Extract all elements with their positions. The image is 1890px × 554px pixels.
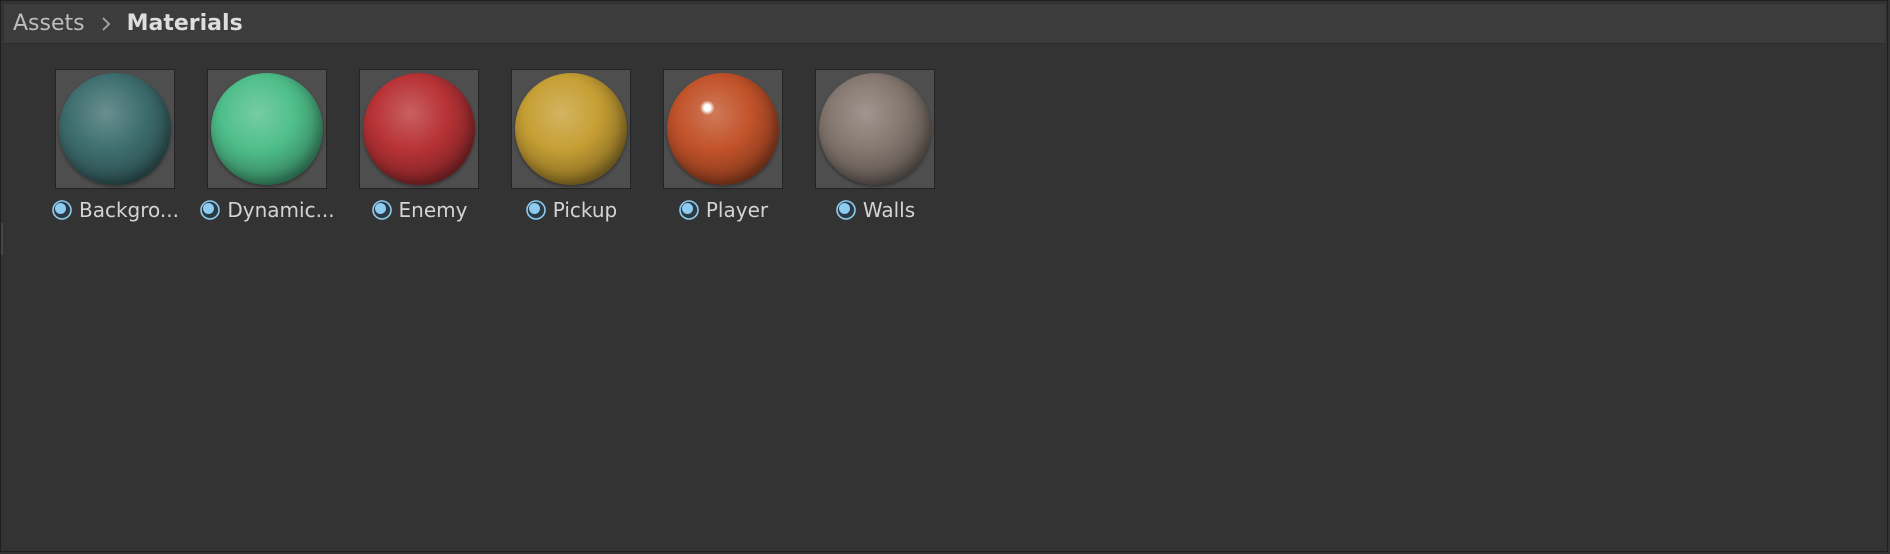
- asset-thumbnail[interactable]: [815, 69, 935, 189]
- asset-label: Dynamic...: [227, 198, 335, 222]
- material-preview: [59, 73, 171, 185]
- material-sphere-icon: [679, 200, 699, 220]
- material-sphere-icon: [525, 200, 546, 220]
- asset-thumbnail[interactable]: [511, 69, 631, 189]
- material-preview: [211, 73, 323, 185]
- asset-label: Walls: [862, 198, 916, 222]
- asset-item-enemy[interactable]: Enemy: [343, 69, 495, 223]
- asset-thumbnail[interactable]: [359, 69, 479, 189]
- asset-item-player[interactable]: Player: [647, 69, 799, 223]
- breadcrumb: Assets Materials: [4, 4, 1885, 44]
- asset-label: Pickup: [552, 198, 618, 222]
- chevron-right-icon: [101, 16, 110, 31]
- asset-item-walls[interactable]: Walls: [799, 69, 951, 223]
- panel-resize-handle[interactable]: [1, 223, 3, 255]
- material-preview: [515, 73, 627, 185]
- asset-item-pickup[interactable]: Pickup: [495, 69, 647, 223]
- material-preview: [819, 73, 931, 185]
- material-preview: [667, 73, 779, 185]
- material-sphere-icon: [52, 200, 72, 220]
- asset-item-dynamic[interactable]: Dynamic...: [191, 69, 343, 223]
- asset-label-row: Walls: [835, 197, 915, 223]
- breadcrumb-materials[interactable]: Materials: [127, 11, 243, 36]
- asset-label-row: Player: [678, 197, 768, 223]
- asset-label: Player: [705, 198, 769, 222]
- asset-thumbnail[interactable]: [663, 69, 783, 189]
- asset-label-row: Backgro...: [51, 197, 179, 223]
- material-sphere-icon: [200, 200, 221, 220]
- asset-label-row: Dynamic...: [199, 197, 335, 223]
- material-sphere-icon: [836, 200, 856, 220]
- asset-grid: Backgro... Dynamic... Enemy Pickup Playe…: [39, 69, 951, 223]
- asset-label-row: Enemy: [371, 197, 468, 223]
- asset-item-background[interactable]: Backgro...: [39, 69, 191, 223]
- material-preview: [363, 73, 475, 185]
- asset-thumbnail[interactable]: [55, 69, 175, 189]
- material-sphere-icon: [371, 200, 392, 220]
- asset-label: Backgro...: [79, 198, 179, 222]
- asset-label-row: Pickup: [525, 197, 618, 223]
- asset-label: Enemy: [398, 198, 468, 222]
- asset-thumbnail[interactable]: [207, 69, 327, 189]
- breadcrumb-assets[interactable]: Assets: [13, 11, 85, 36]
- project-browser-panel: Assets Materials Backgro... Dynamic... E: [0, 0, 1888, 552]
